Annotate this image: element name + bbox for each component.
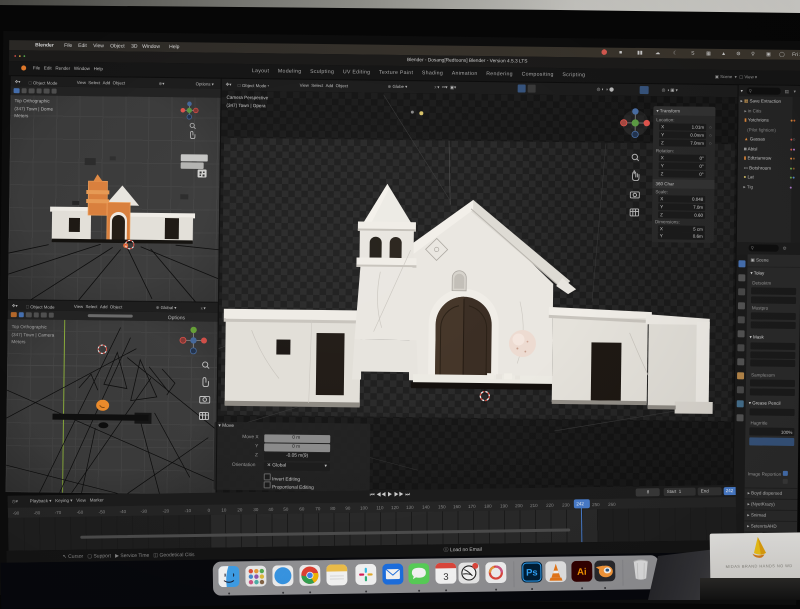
svg-text:MIDAS BRAND HANDS NO WD: MIDAS BRAND HANDS NO WD	[726, 563, 793, 569]
svg-text:Ps: Ps	[526, 567, 538, 578]
svg-text:3: 3	[443, 572, 448, 583]
svg-text:Ai: Ai	[577, 567, 587, 578]
